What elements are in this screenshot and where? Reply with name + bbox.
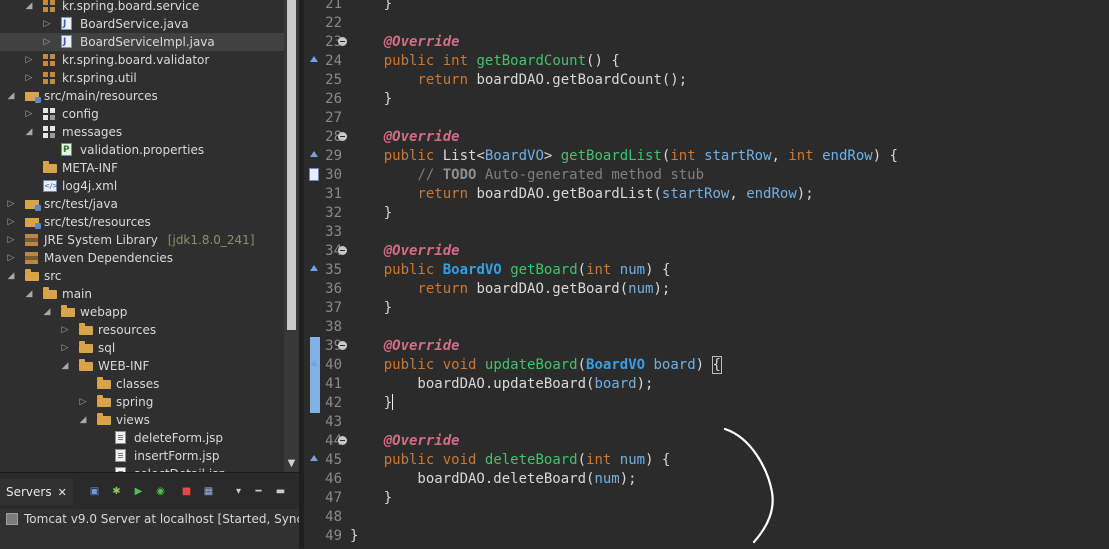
- handwritten-stroke: [723, 427, 774, 544]
